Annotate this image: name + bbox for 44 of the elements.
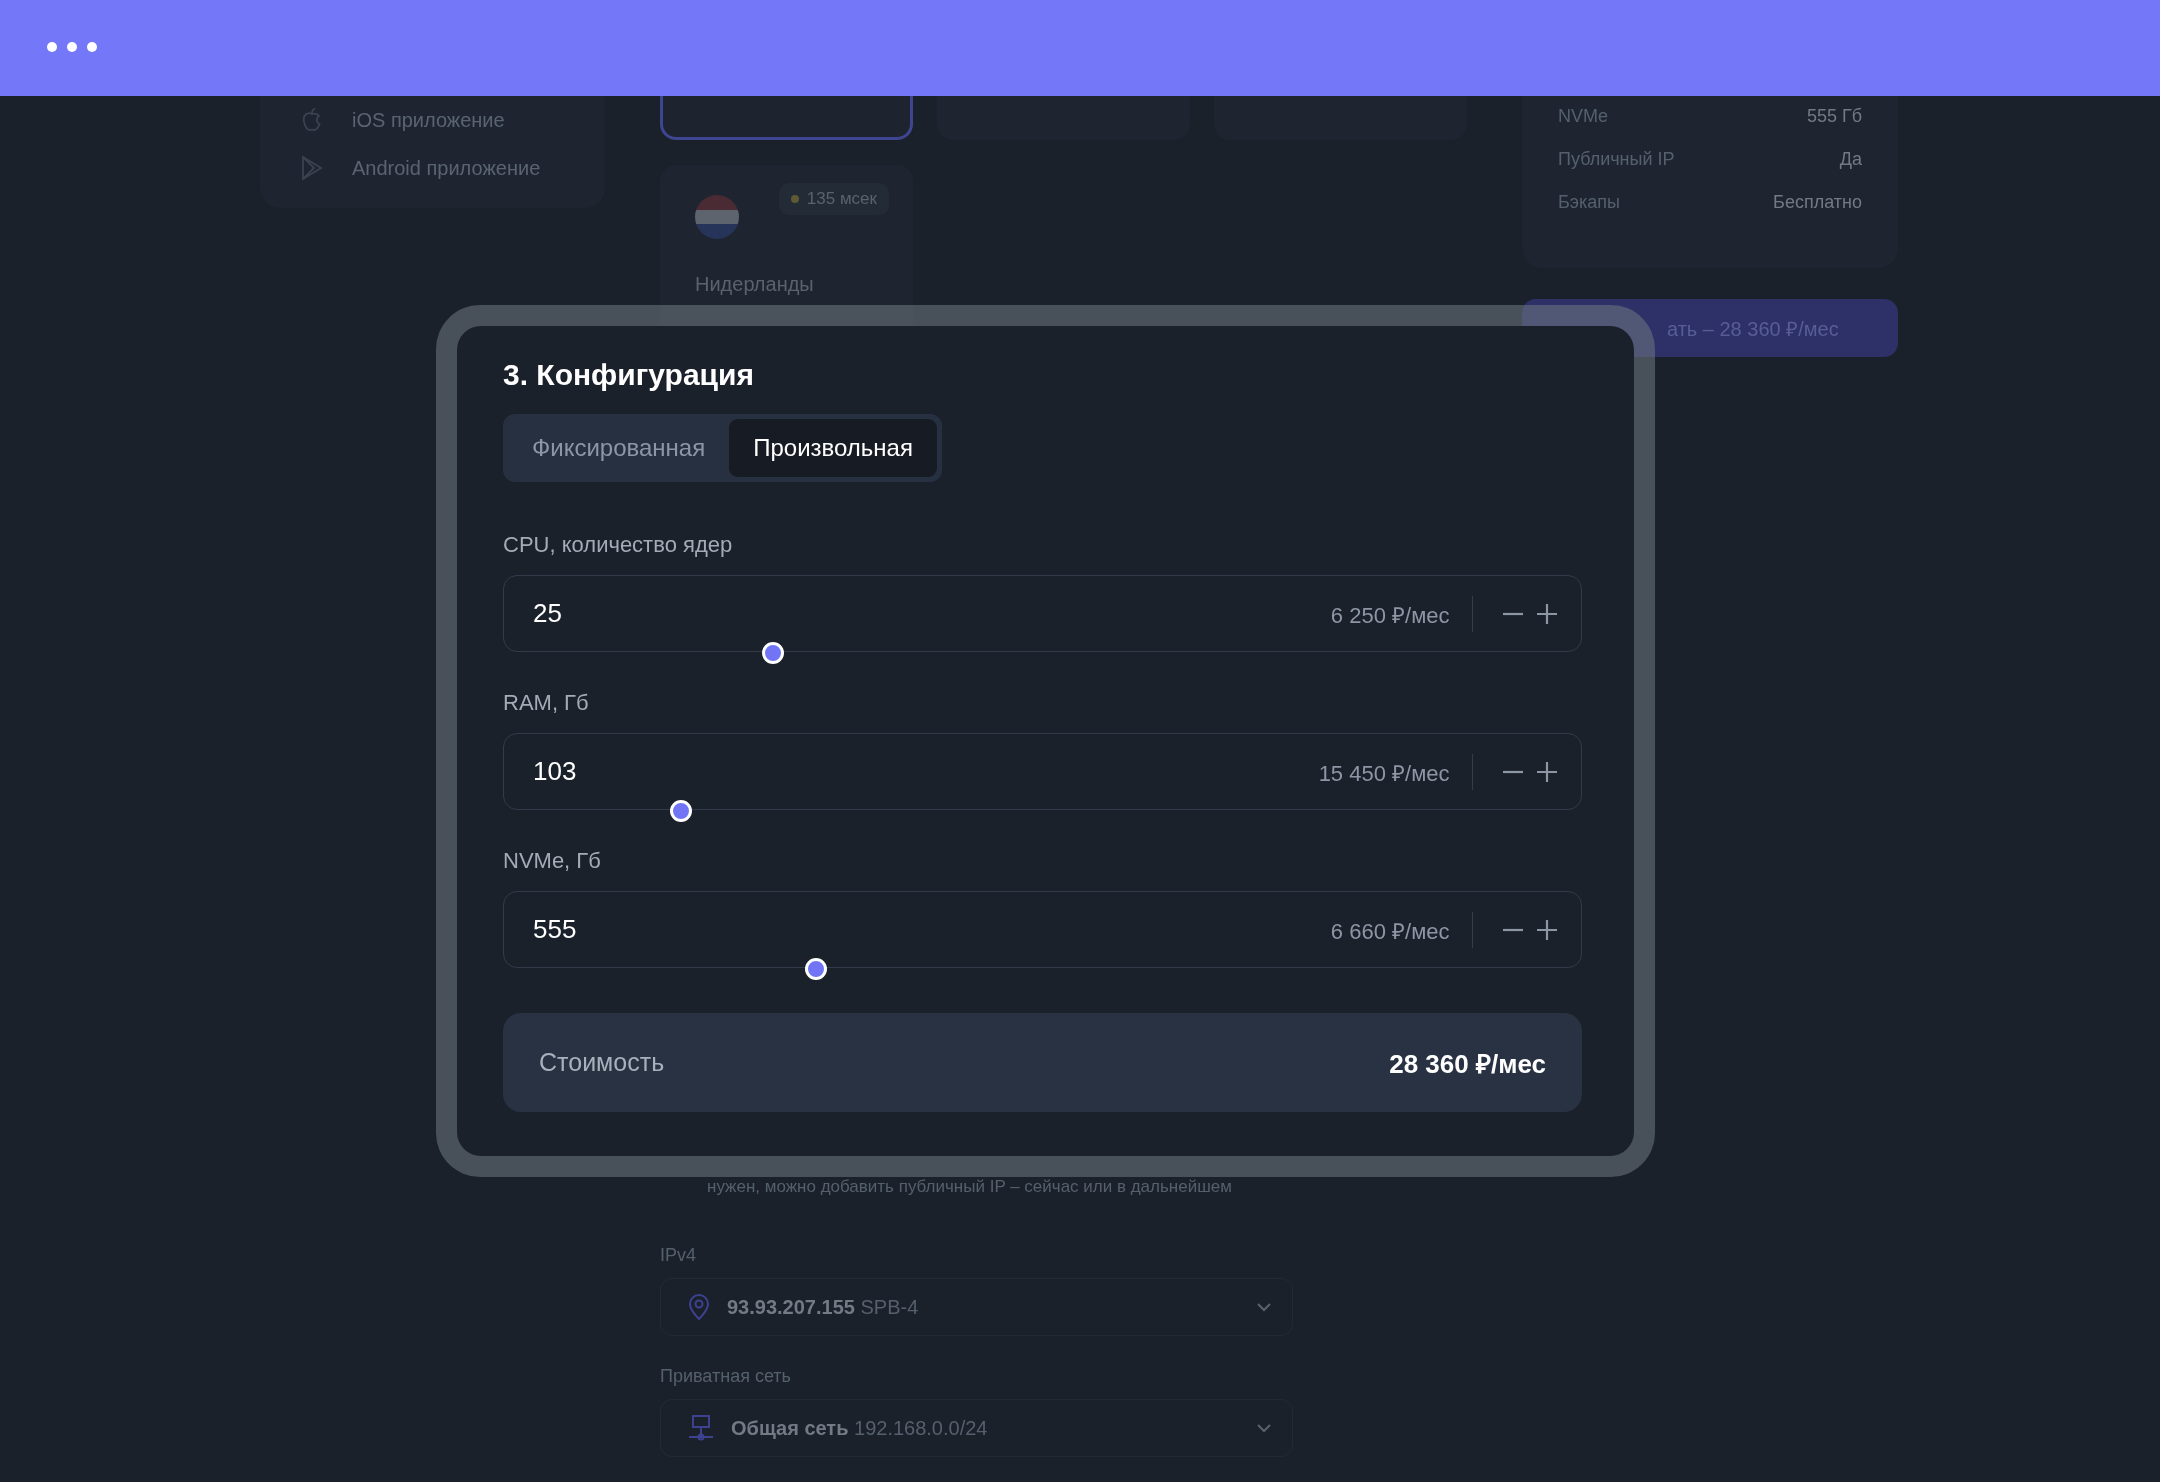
plus-icon[interactable] [1535,601,1559,626]
plus-icon[interactable] [1535,917,1559,942]
slider-thumb[interactable] [670,800,693,822]
summary-label: NVMe [1558,105,1608,127]
stepper-field[interactable]: 25 6 250 ₽/мес [503,575,1582,652]
summary-label: Бэкапы [1558,191,1620,213]
mode-tab[interactable]: Произвольная [729,419,937,477]
play-store-icon [300,155,324,181]
chevron-down-icon [1256,1423,1272,1433]
hint-text: нужен, можно добавить публичный IP – сейчас или в дальнейшем [706,1177,1233,1197]
stepper-field[interactable]: 555 6 660 ₽/мес [503,891,1582,968]
price-text: 6 660 ₽/мес [1330,917,1450,945]
price-text: 6 250 ₽/мес [1330,601,1450,629]
field-value: 103 [533,756,577,787]
network-icon [687,1414,715,1442]
dropdown-field[interactable]: 93.93.207.155 SPB-4 [660,1278,1293,1336]
field-value: 555 [533,914,577,945]
summary-value: Бесплатно [1773,191,1862,213]
field-label: RAM, Гб [503,690,590,716]
total-label: Стоимость [539,1048,665,1077]
summary-label: Публичный IP [1558,148,1675,170]
stepper-field[interactable]: 103 15 450 ₽/мес [503,733,1582,810]
total-value: 28 360 ₽/мес [1389,1047,1546,1081]
sidebar-item[interactable]: Android приложение [300,148,605,188]
price-text: 15 450 ₽/мес [1318,759,1450,787]
field-label: CPU, количество ядер [503,532,734,558]
summary-value: Да [1839,148,1862,170]
field-value: 25 [533,598,562,629]
mode-tab[interactable]: Фиксированная [508,419,730,477]
location-pin-icon [687,1293,711,1321]
apple-icon [300,107,324,133]
more-icon[interactable] [46,41,98,53]
summary-value: 555 Гб [1806,105,1862,127]
field-label: Приватная сеть [660,1366,792,1387]
chevron-down-icon [1256,1302,1272,1312]
slider-thumb[interactable] [761,642,784,664]
dropdown-field[interactable]: Общая сеть 192.168.0.0/24 [660,1399,1293,1457]
flag-icon [695,195,739,239]
field-label: NVMe, Гб [503,848,602,874]
country-name: Нидерланды [695,273,815,296]
sidebar-item[interactable]: iOS приложение [300,100,605,140]
field-label: IPv4 [660,1245,698,1266]
plus-icon[interactable] [1535,759,1559,784]
slider-thumb[interactable] [804,958,827,980]
